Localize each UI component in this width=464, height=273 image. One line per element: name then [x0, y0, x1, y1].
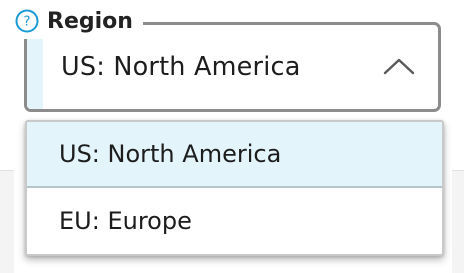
- chevron-up-icon[interactable]: [382, 55, 416, 77]
- background-panel-right: [452, 170, 464, 273]
- option-eu-europe[interactable]: EU: Europe: [27, 188, 442, 254]
- background-panel-left: [0, 170, 14, 273]
- field-label: Region: [47, 8, 133, 34]
- question-circle-icon[interactable]: ?: [14, 8, 40, 34]
- field-legend: ? Region: [10, 3, 143, 39]
- svg-text:?: ?: [23, 14, 30, 30]
- option-us-north-america[interactable]: US: North America: [27, 122, 442, 188]
- region-dropdown-menu: US: North America EU: Europe: [25, 120, 444, 256]
- selected-value: US: North America: [61, 52, 301, 82]
